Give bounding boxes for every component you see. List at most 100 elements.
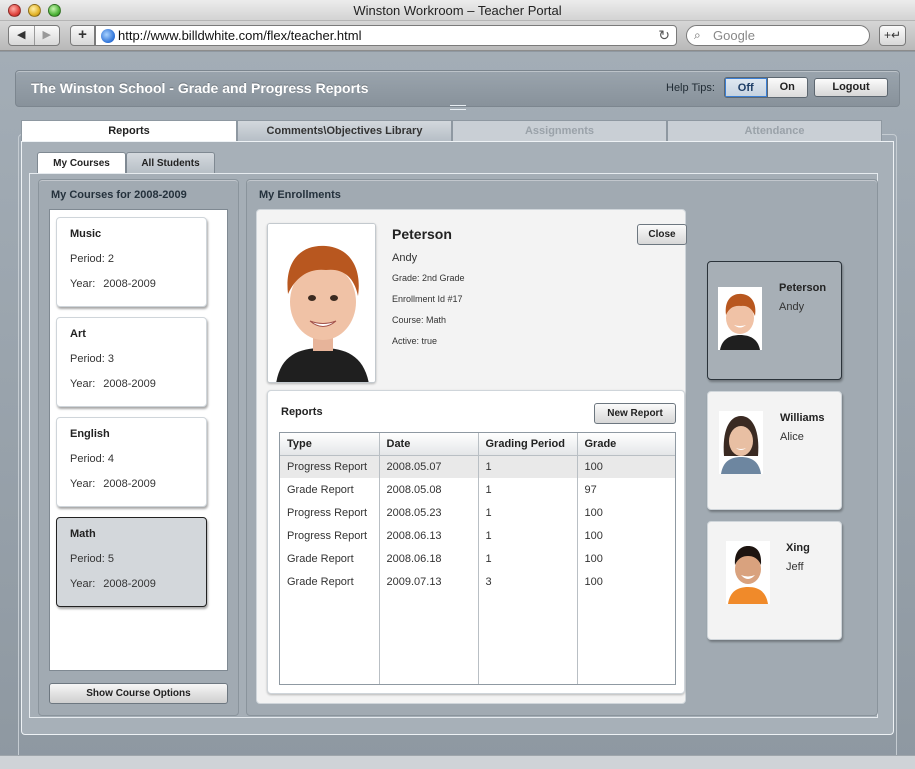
url-text[interactable]: http://www.billdwhite.com/flex/teacher.h… bbox=[118, 28, 362, 43]
column-header-date[interactable]: Date bbox=[379, 433, 479, 456]
student-card-first-name: Alice bbox=[780, 431, 804, 443]
enrollments-panel: My Enrollments Peterson Andy Grade: 2nd … bbox=[246, 179, 878, 716]
table-header-row: Type Date Grading Period Grade bbox=[280, 433, 675, 456]
show-course-options-button[interactable]: Show Course Options bbox=[49, 683, 228, 704]
tab-reports[interactable]: Reports bbox=[21, 120, 237, 141]
course-card-art[interactable]: Art Period: 3 Year: 2008-2009 bbox=[56, 317, 207, 407]
course-name: Math bbox=[70, 528, 96, 540]
cell-type: Progress Report bbox=[280, 524, 380, 547]
cell-grading-period: 1 bbox=[478, 455, 578, 478]
table-row[interactable]: Progress Report 2008.05.07 1 100 bbox=[280, 455, 675, 478]
enrollment-id: Enrollment Id #17 bbox=[392, 294, 463, 304]
cell-date: 2008.06.18 bbox=[379, 547, 479, 570]
courses-panel-title: My Courses for 2008-2009 bbox=[51, 189, 187, 201]
student-card-xing[interactable]: Xing Jeff bbox=[707, 521, 842, 640]
reports-table[interactable]: Type Date Grading Period Grade Progress … bbox=[279, 432, 676, 685]
search-placeholder: Google bbox=[713, 28, 755, 43]
resize-grip-icon[interactable] bbox=[450, 105, 466, 110]
cell-type: Progress Report bbox=[280, 501, 380, 524]
page-title: The Winston School - Grade and Progress … bbox=[31, 80, 369, 96]
forward-icon[interactable]: ▶ bbox=[33, 26, 60, 45]
reports-title: Reports bbox=[281, 406, 323, 418]
globe-icon bbox=[101, 29, 115, 43]
help-tips-on-button[interactable]: On bbox=[766, 78, 807, 97]
sub-tab-bar: My Courses All Students bbox=[37, 152, 215, 173]
student-card-last-name: Williams bbox=[780, 412, 825, 424]
student-course: Course: Math bbox=[392, 315, 447, 325]
cell-type: Grade Report bbox=[280, 547, 380, 570]
cell-date: 2008.05.08 bbox=[379, 478, 479, 501]
course-year: Year: 2008-2009 bbox=[70, 578, 156, 590]
column-header-type[interactable]: Type bbox=[280, 433, 380, 456]
window-title: Winston Workroom – Teacher Portal bbox=[353, 3, 562, 18]
cell-grade: 100 bbox=[584, 552, 603, 565]
tab-all-students[interactable]: All Students bbox=[126, 152, 215, 173]
history-nav: ◀ ▶ bbox=[8, 25, 60, 46]
cell-grade: 100 bbox=[584, 506, 603, 519]
student-card-peterson[interactable]: Peterson Andy bbox=[707, 261, 842, 380]
student-photo bbox=[267, 223, 376, 383]
reload-icon[interactable]: ↻ bbox=[658, 27, 670, 44]
logout-button[interactable]: Logout bbox=[814, 78, 888, 97]
student-thumbnail-image bbox=[719, 411, 763, 474]
column-header-grade[interactable]: Grade bbox=[577, 433, 675, 456]
close-button[interactable]: Close bbox=[637, 224, 687, 245]
column-header-grading-period[interactable]: Grading Period bbox=[478, 433, 578, 456]
reports-card: Reports New Report Type Date Grading Per… bbox=[267, 390, 685, 694]
browser-toolbar: ◀ ▶ + http://www.billdwhite.com/flex/tea… bbox=[0, 21, 915, 51]
browser-status-bar bbox=[0, 755, 915, 769]
cell-type: Progress Report bbox=[280, 455, 380, 478]
courses-panel: My Courses for 2008-2009 Music Period: 2… bbox=[38, 179, 239, 716]
cell-grading-period: 1 bbox=[478, 501, 578, 524]
course-period: Period: 4 bbox=[70, 453, 115, 465]
course-name: Art bbox=[70, 328, 86, 340]
student-card-williams[interactable]: Williams Alice bbox=[707, 391, 842, 510]
cell-grading-period: 3 bbox=[478, 570, 578, 593]
tab-assignments: Assignments bbox=[452, 120, 667, 141]
enrollments-panel-title: My Enrollments bbox=[259, 189, 341, 201]
course-card-music[interactable]: Music Period: 2 Year: 2008-2009 bbox=[56, 217, 207, 307]
course-name: Music bbox=[70, 228, 102, 240]
cell-type: Grade Report bbox=[280, 478, 380, 501]
address-bar[interactable]: http://www.billdwhite.com/flex/teacher.h… bbox=[95, 25, 677, 46]
cell-grade: 97 bbox=[584, 483, 597, 496]
course-list[interactable]: Music Period: 2 Year: 2008-2009 Art Perio… bbox=[49, 209, 228, 671]
cell-date: 2008.05.23 bbox=[379, 501, 479, 524]
course-card-english[interactable]: English Period: 4 Year: 2008-2009 bbox=[56, 417, 207, 507]
tab-attendance: Attendance bbox=[667, 120, 882, 141]
table-row[interactable]: Grade Report 2008.05.08 1 97 bbox=[280, 478, 675, 501]
table-row[interactable]: Progress Report 2008.05.23 1 100 bbox=[280, 501, 675, 524]
help-tips-toggle: Off On bbox=[724, 77, 808, 98]
tab-my-courses[interactable]: My Courses bbox=[37, 152, 126, 173]
add-bookmark-button[interactable]: + bbox=[70, 25, 95, 46]
bookmarks-icon[interactable]: +↵ bbox=[879, 25, 906, 46]
course-card-math[interactable]: Math Period: 5 Year: 2008-2009 bbox=[56, 517, 207, 607]
cell-grade: 100 bbox=[584, 575, 603, 588]
student-detail-card: Peterson Andy Grade: 2nd Grade Enrollmen… bbox=[256, 209, 687, 704]
table-row[interactable]: Grade Report 2009.07.13 3 100 bbox=[280, 570, 675, 593]
window-titlebar: Winston Workroom – Teacher Portal bbox=[0, 0, 915, 21]
table-row[interactable]: Grade Report 2008.06.18 1 100 bbox=[280, 547, 675, 570]
cell-grading-period: 1 bbox=[478, 524, 578, 547]
cell-date: 2008.05.07 bbox=[379, 455, 479, 478]
tab-comments-objectives-library[interactable]: Comments\Objectives Library bbox=[237, 120, 452, 141]
help-tips-label: Help Tips: bbox=[666, 82, 715, 94]
course-period: Period: 5 bbox=[70, 553, 115, 565]
back-icon[interactable]: ◀ bbox=[9, 26, 34, 45]
cell-type: Grade Report bbox=[280, 570, 380, 593]
course-year: Year: 2008-2009 bbox=[70, 378, 156, 390]
main-tab-bar: Reports Comments\Objectives Library Assi… bbox=[21, 120, 882, 141]
new-report-button[interactable]: New Report bbox=[594, 403, 676, 424]
student-card-first-name: Jeff bbox=[786, 561, 804, 573]
help-tips-off-button[interactable]: Off bbox=[725, 78, 767, 97]
search-input[interactable]: ⌕ Google bbox=[686, 25, 870, 46]
student-grade: Grade: 2nd Grade bbox=[392, 273, 465, 283]
table-row[interactable]: Progress Report 2008.06.13 1 100 bbox=[280, 524, 675, 547]
cell-grade: 100 bbox=[584, 529, 603, 542]
student-card-first-name: Andy bbox=[779, 301, 805, 313]
cell-grading-period: 1 bbox=[478, 547, 578, 570]
course-period: Period: 2 bbox=[70, 253, 115, 265]
student-card-last-name: Peterson bbox=[779, 282, 827, 294]
course-name: English bbox=[70, 428, 110, 440]
student-photo-image bbox=[268, 224, 375, 382]
